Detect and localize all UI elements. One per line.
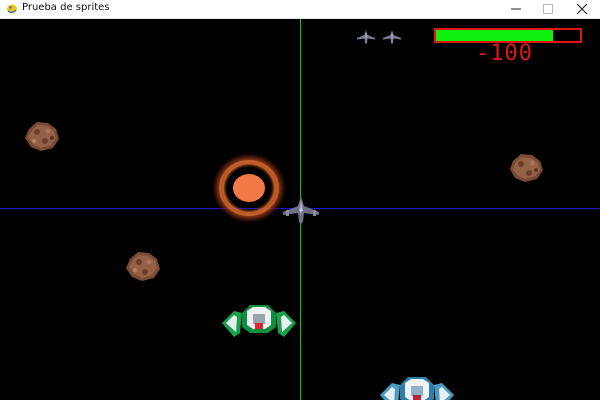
asteroid-sprite (25, 122, 59, 151)
enemy-ship-blue-sprite (380, 377, 454, 400)
close-button[interactable] (564, 0, 600, 18)
enemy-ship-green-sprite (222, 305, 296, 337)
explosion-ring-sprite (211, 152, 287, 224)
player-ship-sprite[interactable] (281, 194, 321, 226)
game-window: Prueba de sprites -100 (0, 0, 600, 400)
asteroid-sprite (510, 154, 543, 182)
title-bar[interactable]: Prueba de sprites (0, 0, 600, 19)
window-title: Prueba de sprites (22, 2, 110, 13)
game-canvas[interactable]: -100 (0, 19, 600, 400)
maximize-button[interactable] (532, 0, 564, 18)
minimize-button[interactable] (500, 0, 532, 18)
life-ship-icon (383, 30, 401, 44)
close-icon (577, 4, 587, 14)
asteroid-sprite (126, 252, 160, 281)
score-display: -100 (476, 41, 533, 66)
minimize-icon (511, 8, 521, 10)
health-bar-fill (436, 30, 553, 41)
life-ship-icon (357, 30, 375, 44)
lives-indicator (357, 30, 401, 44)
maximize-icon (543, 4, 553, 14)
pygame-snake-icon (7, 4, 17, 14)
